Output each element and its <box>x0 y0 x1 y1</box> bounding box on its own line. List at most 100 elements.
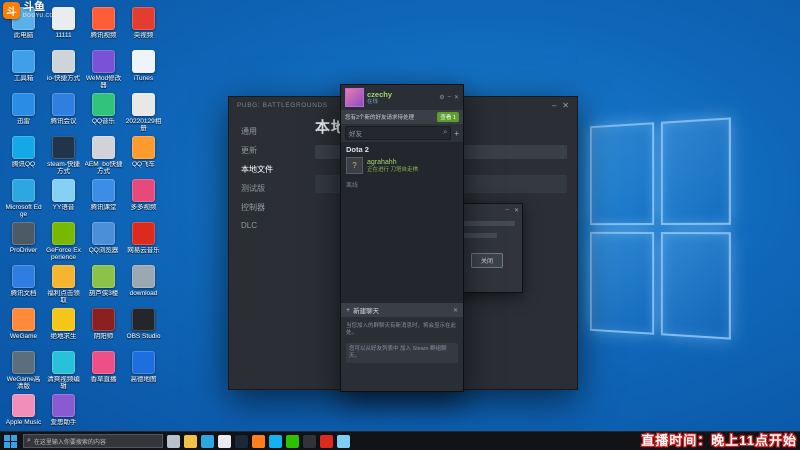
desktop-icon[interactable]: io-快捷方式 <box>44 48 83 90</box>
friends-search-input[interactable]: 好友 ⌕ <box>345 126 452 140</box>
desktop-icon[interactable]: GeForce Experience <box>44 220 83 262</box>
desktop-icon[interactable]: 腾讯会议 <box>44 91 83 133</box>
desktop-icon[interactable]: 20220129相册 <box>124 91 163 133</box>
close-icon[interactable]: ✕ <box>562 101 569 110</box>
desktop-icon[interactable]: download <box>124 263 163 305</box>
edge-icon[interactable] <box>201 434 214 448</box>
friends-group-header[interactable]: Dota 2 <box>341 142 463 155</box>
desktop-icon-label: 清爽视频编辑 <box>47 376 80 390</box>
desktop-icon-label: AEM_bo快捷方式 <box>84 161 123 175</box>
wechat-icon[interactable] <box>286 434 299 448</box>
desktop-icon-image <box>132 265 155 288</box>
desktop-icon-label: Apple Music <box>5 419 42 426</box>
steam-nav-item[interactable]: 控制器 <box>229 198 315 217</box>
taskbar-search[interactable]: ⌕ 在这里输入你要搜索的内容 <box>23 434 163 448</box>
minimize-icon[interactable]: – <box>448 94 451 101</box>
desktop-icon[interactable]: Microsoft Edge <box>4 177 43 219</box>
desktop-icon[interactable]: 葫芦侠3楼 <box>84 263 123 305</box>
obs-icon[interactable] <box>303 434 316 448</box>
steam-nav-item[interactable]: 本地文件 <box>229 160 315 179</box>
minimize-icon[interactable]: – <box>552 101 556 110</box>
desktop-icon-image <box>12 351 35 374</box>
desktop-icon-image <box>132 351 155 374</box>
desktop-icon[interactable]: WeMod修改器 <box>84 48 123 90</box>
chrome-icon[interactable] <box>218 434 231 448</box>
desktop-icon-image <box>12 394 35 417</box>
desktop-icon[interactable]: 腾讯视频 <box>84 5 123 47</box>
qq-icon[interactable] <box>269 434 282 448</box>
yy-icon[interactable] <box>337 434 350 448</box>
desktop-icon[interactable]: OBS Studio <box>124 306 163 348</box>
taskbar-icons <box>167 434 350 448</box>
desktop-icon-label: 11111 <box>55 32 72 39</box>
desktop-icon[interactable]: 福利点击领取 <box>44 263 83 305</box>
steam-nav-item[interactable]: DLC <box>229 217 315 234</box>
steam-nav-item[interactable]: 通用 <box>229 122 315 141</box>
desktop-icon-label: 多多视频 <box>130 204 157 211</box>
new-chat-bar[interactable]: + 新建聊天 ✕ <box>341 303 463 317</box>
gear-icon[interactable]: ⚙ <box>439 94 444 101</box>
desktop-icon[interactable]: WeGame高清版 <box>4 349 43 391</box>
close-icon[interactable]: ✕ <box>453 307 458 314</box>
desktop-icon-image <box>132 308 155 331</box>
desktop-icon[interactable]: iTunes <box>124 48 163 90</box>
friends-titlebar: czechy 在线 ⚙ – ✕ <box>341 85 463 110</box>
search-icon: ⌕ <box>27 437 31 444</box>
steam-friends-window: czechy 在线 ⚙ – ✕ 您有2个新的好友请求待处理 查看 1 好友 ⌕ … <box>340 84 464 392</box>
desktop-icon[interactable]: 腾讯文档 <box>4 263 43 305</box>
desktop-icon[interactable]: 腾讯课堂 <box>84 177 123 219</box>
desktop-icon[interactable]: 网易云音乐 <box>124 220 163 262</box>
desktop-icon[interactable]: 央视频 <box>124 5 163 47</box>
desktop-icon[interactable]: WeGame <box>4 306 43 348</box>
steam-nav-item[interactable]: 测试版 <box>229 179 315 198</box>
friend-request-text: 您有2个新的好友请求待处理 <box>345 115 415 121</box>
friend-list-item[interactable]: ? agrahahh 正在进行 刀塔自走棋 <box>341 155 463 176</box>
steam-properties-nav: 通用 更新 本地文件 测试版 控制器 DLC <box>229 112 315 234</box>
desktop-icon[interactable]: 爱思助手 <box>44 392 83 434</box>
desktop-icon[interactable]: 高德地图 <box>124 349 163 391</box>
desktop-icon-image <box>12 308 35 331</box>
desktop-icon[interactable]: 香草直播 <box>84 349 123 391</box>
desktop-icon-image <box>52 308 75 331</box>
close-icon[interactable]: ✕ <box>514 207 519 214</box>
dialog-close-button[interactable]: 关闭 <box>470 253 503 268</box>
desktop-icon[interactable]: QQ飞车 <box>124 134 163 176</box>
desktop-icon[interactable]: AEM_bo快捷方式 <box>84 134 123 176</box>
steam-icon[interactable] <box>235 434 248 448</box>
desktop-icon[interactable]: 迅雷 <box>4 91 43 133</box>
douyu-icon[interactable] <box>252 434 265 448</box>
desktop-icon[interactable]: 绝地求生 <box>44 306 83 348</box>
desktop-icon[interactable]: 阴阳师 <box>84 306 123 348</box>
start-button[interactable] <box>2 433 19 450</box>
douyu-brand: 斗鱼 <box>23 1 45 13</box>
netease-music-icon[interactable] <box>320 434 333 448</box>
add-friend-icon[interactable]: + <box>454 129 459 138</box>
douyu-watermark: 斗 斗鱼 DOUYU.COM <box>3 2 59 19</box>
offline-section-header[interactable]: 离线 <box>341 176 463 191</box>
friends-search-row: 好友 ⌕ + <box>341 124 463 142</box>
desktop-icon[interactable]: QQ浏览器 <box>84 220 123 262</box>
desktop-icon[interactable]: steam-快捷方式 <box>44 134 83 176</box>
view-requests-button[interactable]: 查看 1 <box>437 112 459 122</box>
file-explorer-icon[interactable] <box>184 434 197 448</box>
desktop-icon[interactable]: 多多视频 <box>124 177 163 219</box>
task-view-icon[interactable] <box>167 434 180 448</box>
desktop-icon[interactable]: ProDriver <box>4 220 43 262</box>
desktop-icon-image <box>92 50 115 73</box>
desktop-icon-label: 腾讯QQ <box>11 161 36 168</box>
desktop-icon-image <box>92 351 115 374</box>
desktop-icon[interactable]: YY语音 <box>44 177 83 219</box>
desktop-icon-image <box>92 7 115 30</box>
steam-nav-item[interactable]: 更新 <box>229 141 315 160</box>
desktop-icon[interactable]: QQ音乐 <box>84 91 123 133</box>
desktop-icon[interactable]: Apple Music <box>4 392 43 434</box>
friend-info: agrahahh 正在进行 刀塔自走棋 <box>367 159 418 173</box>
desktop-icon[interactable]: 清爽视频编辑 <box>44 349 83 391</box>
close-icon[interactable]: ✕ <box>454 94 459 101</box>
desktop-icon-image <box>132 222 155 245</box>
desktop-icon[interactable]: 工具箱 <box>4 48 43 90</box>
plus-icon: + <box>346 306 351 314</box>
desktop-icon[interactable]: 腾讯QQ <box>4 134 43 176</box>
user-avatar[interactable] <box>345 88 364 107</box>
minimize-icon[interactable]: – <box>506 207 509 214</box>
